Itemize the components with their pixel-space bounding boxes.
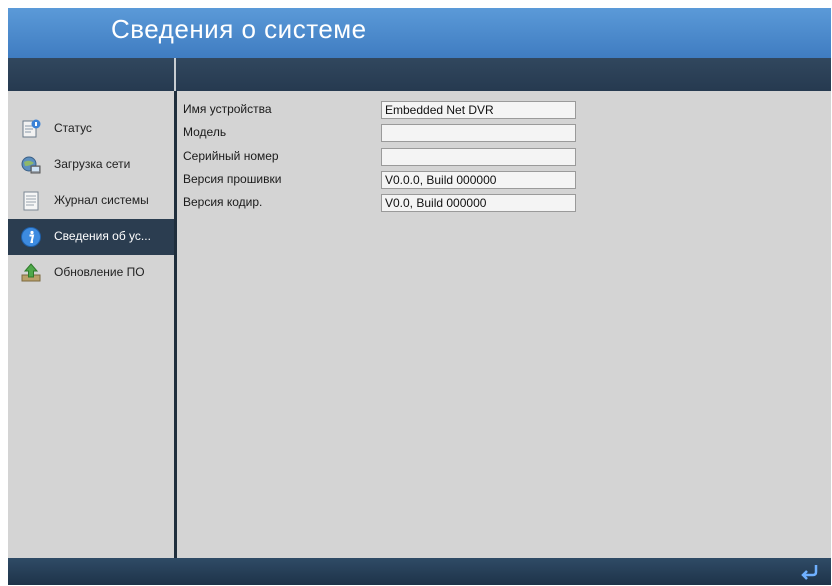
sidebar-item-status[interactable]: Статус <box>8 111 174 147</box>
device-name-field[interactable]: Embedded Net DVR <box>381 101 576 119</box>
sidebar-item-firmware-update[interactable]: Обновление ПО <box>8 255 174 291</box>
sidebar-item-label: Статус <box>54 121 92 135</box>
model-label: Модель <box>183 125 227 139</box>
info-icon <box>20 226 42 248</box>
system-info-window: Сведения о системе Статус Загрузка сети … <box>8 8 831 585</box>
serial-number-label: Серийный номер <box>183 149 279 163</box>
sidebar: Статус Загрузка сети Журнал системы Свед… <box>8 91 174 558</box>
sidebar-item-network-load[interactable]: Загрузка сети <box>8 147 174 183</box>
window-title: Сведения о системе <box>111 14 367 44</box>
network-globe-icon <box>20 154 42 176</box>
sidebar-item-label: Загрузка сети <box>54 157 131 171</box>
sidebar-item-label: Сведения об ус... <box>54 229 151 243</box>
sidebar-item-label: Обновление ПО <box>54 265 145 279</box>
firmware-version-field[interactable]: V0.0.0, Build 000000 <box>381 171 576 189</box>
model-field[interactable] <box>381 124 576 142</box>
encoder-version-label: Версия кодир. <box>183 195 263 209</box>
sidebar-item-label: Журнал системы <box>54 193 149 207</box>
header-divider <box>174 58 176 91</box>
encoder-version-field[interactable]: V0.0, Build 000000 <box>381 194 576 212</box>
return-arrow-icon[interactable] <box>799 561 821 581</box>
serial-number-field[interactable] <box>381 148 576 166</box>
header-strip <box>8 58 831 91</box>
log-document-icon <box>20 190 42 212</box>
title-bar: Сведения о системе <box>8 8 831 58</box>
firmware-version-label: Версия прошивки <box>183 172 282 186</box>
sidebar-item-device-info[interactable]: Сведения об ус... <box>8 219 174 255</box>
device-name-label: Имя устройства <box>183 102 272 116</box>
upgrade-arrow-icon <box>20 262 42 284</box>
sidebar-item-system-log[interactable]: Журнал системы <box>8 183 174 219</box>
bottom-bar <box>8 558 831 585</box>
device-info-panel: Имя устройства Embedded Net DVR Модель С… <box>177 91 831 558</box>
status-document-icon <box>20 118 42 140</box>
